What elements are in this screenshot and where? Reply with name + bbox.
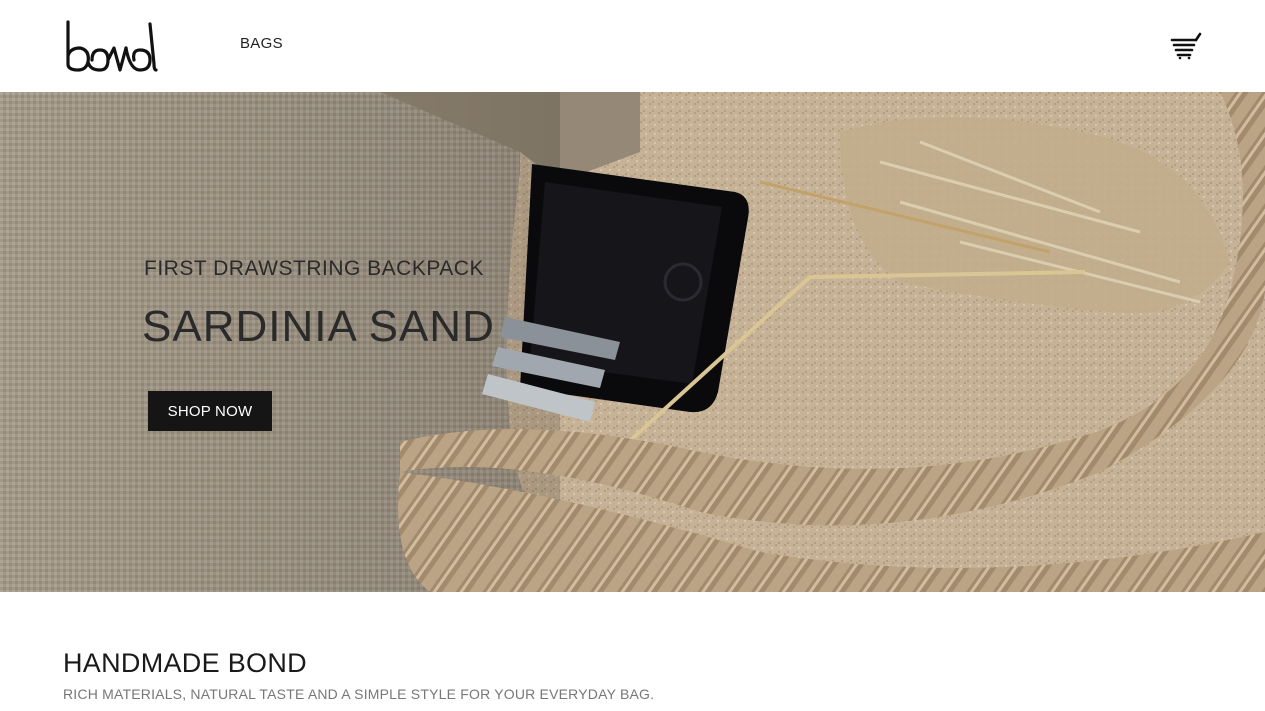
- bond-logo[interactable]: [64, 20, 160, 72]
- hero-subtitle: FIRST DRAWSTRING BACKPACK: [144, 257, 484, 280]
- hero-banner: FIRST DRAWSTRING BACKPACK SARDINIA SAND …: [0, 92, 1265, 592]
- nav-link-bags[interactable]: BAGS: [240, 35, 283, 52]
- section-subtitle: RICH MATERIALS, NATURAL TASTE AND A SIMP…: [63, 686, 655, 702]
- section-title: HANDMADE BOND: [63, 648, 307, 678]
- hero-title: SARDINIA SAND: [142, 302, 495, 351]
- site-header: BAGS: [0, 0, 1265, 92]
- logo-mark: [66, 20, 158, 72]
- shop-now-button[interactable]: SHOP NOW: [148, 391, 272, 431]
- shopping-cart-icon[interactable]: [1170, 32, 1202, 60]
